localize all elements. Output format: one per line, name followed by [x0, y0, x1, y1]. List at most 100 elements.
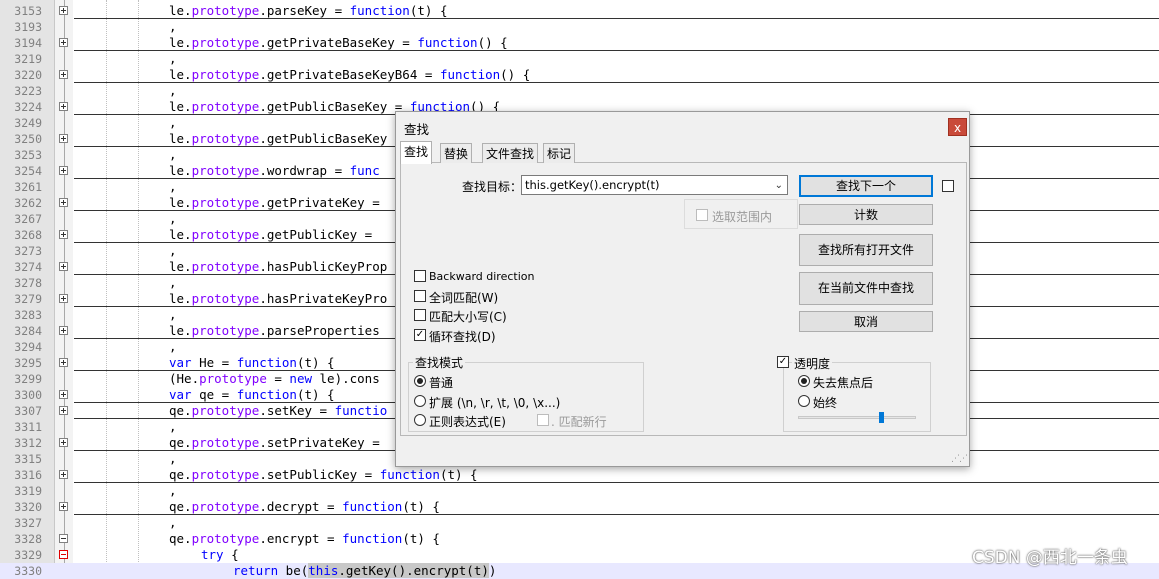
code-line[interactable]: 3327, — [0, 515, 1159, 531]
transparency-always-radio[interactable] — [798, 395, 810, 407]
code-token: (t) { — [402, 499, 440, 514]
code-line[interactable]: 3193, — [0, 19, 1159, 35]
fold-toggle-icon[interactable] — [59, 102, 68, 111]
search-mode-title: 查找模式 — [413, 354, 466, 371]
code-line[interactable]: 3219, — [0, 51, 1159, 67]
fold-toggle-icon[interactable] — [59, 406, 68, 415]
line-number: 3250 — [14, 132, 42, 146]
code-text: , — [169, 179, 177, 195]
code-text: qe.prototype.decrypt = function(t) { — [169, 499, 440, 515]
code-line[interactable]: 3319, — [0, 483, 1159, 499]
fold-toggle-icon[interactable] — [59, 438, 68, 447]
line-number: 3319 — [14, 484, 42, 498]
code-token: func — [349, 163, 380, 178]
code-line[interactable]: 3223, — [0, 83, 1159, 99]
tab-find-in-files[interactable]: 文件查找 — [482, 143, 539, 163]
code-text: qe.prototype.encrypt = function(t) { — [169, 531, 440, 547]
line-number: 3254 — [14, 164, 42, 178]
code-line[interactable]: 3194 le.prototype.getPrivateBaseKey = fun… — [0, 35, 1159, 51]
wrap-around-checkbox[interactable]: ✓ — [414, 329, 426, 341]
code-token: .wordwrap = — [259, 163, 350, 178]
close-button[interactable]: x — [948, 118, 967, 136]
line-number: 3327 — [14, 516, 42, 530]
code-token: function — [417, 35, 478, 50]
count-button[interactable]: 计数 — [799, 204, 933, 225]
fold-toggle-icon[interactable] — [59, 326, 68, 335]
code-text: le.prototype.getPublicBaseKey — [169, 131, 387, 147]
tab-mark[interactable]: 标记 — [543, 143, 576, 163]
code-token: le. — [169, 227, 192, 242]
transparency-slider-track[interactable] — [798, 416, 916, 419]
fold-toggle-icon[interactable] — [59, 198, 68, 207]
code-token: , — [169, 307, 177, 322]
find-all-open-files-button[interactable]: 查找所有打开文件 — [799, 234, 933, 266]
code-token: le. — [169, 67, 192, 82]
code-text: , — [169, 243, 177, 259]
code-line[interactable]: 3320 qe.prototype.decrypt = function(t) { — [0, 499, 1159, 515]
fold-toggle-icon[interactable] — [59, 470, 68, 479]
line-number: 3220 — [14, 68, 42, 82]
code-token: .encrypt = — [259, 531, 343, 546]
tab-find[interactable]: 查找 — [400, 141, 433, 164]
code-line[interactable]: 3316 qe.prototype.setPublicKey = function… — [0, 467, 1159, 483]
find-next-extra-checkbox[interactable] — [942, 180, 954, 192]
code-token: , — [169, 115, 177, 130]
fold-toggle-icon[interactable] — [59, 166, 68, 175]
code-token: , — [169, 515, 177, 530]
match-case-checkbox[interactable] — [414, 309, 426, 321]
code-token: qe = — [191, 387, 237, 402]
code-token: .parseProperties — [259, 323, 380, 338]
cancel-button[interactable]: 取消 — [799, 311, 933, 332]
fold-toggle-icon[interactable] — [59, 38, 68, 47]
whole-word-checkbox[interactable] — [414, 290, 426, 302]
resize-grip-icon[interactable]: ⋰⋰ — [951, 454, 968, 464]
fold-toggle-icon[interactable] — [59, 534, 68, 543]
find-next-button[interactable]: 查找下一个 — [799, 175, 933, 197]
in-selection-label: 选取范围内 — [712, 210, 773, 224]
code-token: new — [289, 371, 312, 386]
line-number: 3330 — [14, 564, 42, 578]
fold-toggle-icon[interactable] — [59, 502, 68, 511]
fold-toggle-icon[interactable] — [59, 390, 68, 399]
fold-toggle-icon[interactable] — [59, 358, 68, 367]
tab-replace[interactable]: 替换 — [440, 143, 473, 163]
code-text: , — [169, 307, 177, 323]
search-input[interactable]: this.getKey().encrypt(t) ⌄ — [521, 175, 788, 195]
code-line[interactable]: 3153 le.prototype.parseKey = function(t) … — [0, 3, 1159, 19]
fold-toggle-icon[interactable] — [59, 262, 68, 271]
fold-toggle-icon[interactable] — [59, 134, 68, 143]
dot-newline-checkbox[interactable] — [537, 414, 549, 426]
line-number: 3278 — [14, 276, 42, 290]
backward-direction-checkbox[interactable] — [414, 270, 426, 282]
code-token: prototype — [191, 531, 260, 546]
code-token: , — [169, 19, 177, 34]
mode-normal-radio[interactable] — [414, 375, 426, 387]
fold-toggle-icon[interactable] — [59, 294, 68, 303]
code-token: , — [169, 483, 177, 498]
chevron-down-icon[interactable]: ⌄ — [775, 177, 783, 195]
code-token: , — [169, 211, 177, 226]
line-number: 3307 — [14, 404, 42, 418]
code-text: le.prototype.getPrivateKey = — [169, 195, 387, 211]
fold-toggle-icon[interactable] — [59, 70, 68, 79]
transparency-checkbox[interactable]: ✓ — [777, 356, 789, 368]
code-token: qe. — [169, 435, 192, 450]
code-token: .getPrivateBaseKey = — [259, 35, 418, 50]
find-dialog: 查找 x 查找 替换 文件查找 标记 查找目标： this.getKey().e… — [395, 111, 970, 467]
code-token: , — [169, 147, 177, 162]
fold-toggle-icon[interactable] — [59, 550, 68, 559]
find-all-current-file-button[interactable]: 在当前文件中查找 — [799, 272, 933, 305]
code-token: .getPublicBaseKey — [259, 131, 388, 146]
transparency-slider-thumb[interactable] — [879, 412, 884, 423]
transparency-on-lose-focus-radio[interactable] — [798, 375, 810, 387]
fold-toggle-icon[interactable] — [59, 6, 68, 15]
code-token: (t) { — [439, 467, 478, 482]
line-number: 3312 — [14, 436, 42, 450]
mode-regex-radio[interactable] — [414, 414, 426, 426]
backward-direction-label: Backward direction — [429, 270, 535, 283]
code-line[interactable]: 3220 le.prototype.getPrivateBaseKeyB64 = … — [0, 67, 1159, 83]
fold-toggle-icon[interactable] — [59, 230, 68, 239]
code-token: , — [169, 419, 177, 434]
mode-extended-radio[interactable] — [414, 395, 426, 407]
in-selection-checkbox[interactable] — [696, 209, 708, 221]
